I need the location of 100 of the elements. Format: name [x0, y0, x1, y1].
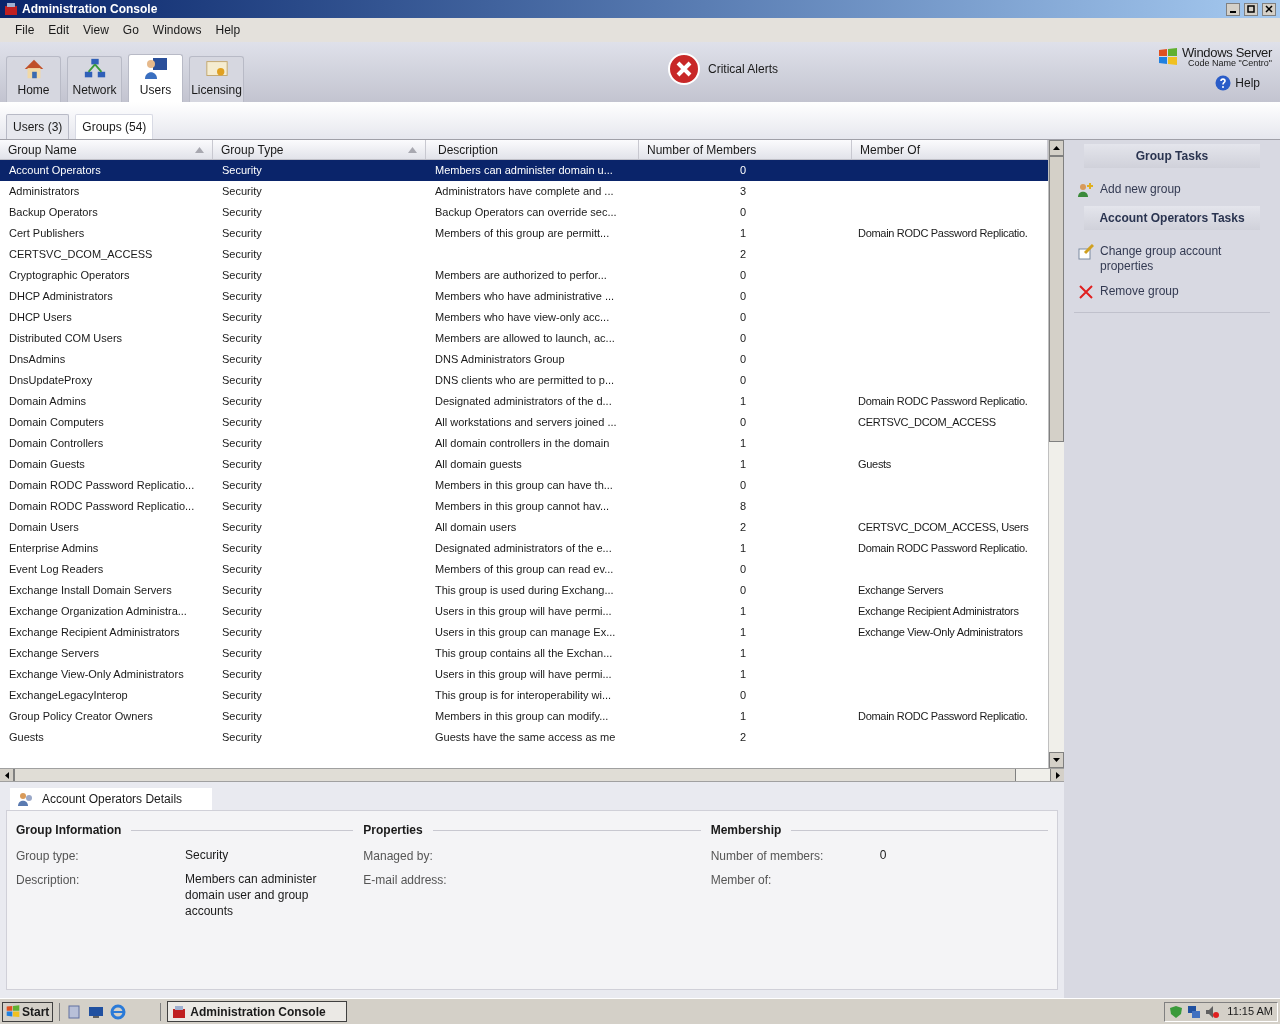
table-row[interactable]: Cryptographic Operators Security Members are authorized to perfor... 0 — [0, 265, 1048, 286]
table-row[interactable]: DHCP Administrators Security Members who have administrative ... 0 — [0, 286, 1048, 307]
task-link[interactable]: Remove group — [1078, 284, 1266, 300]
column-header[interactable]: Group Type — [213, 140, 426, 159]
table-row[interactable]: DHCP Users Security Members who have view-only acc... 0 — [0, 307, 1048, 328]
table-cell: Enterprise Admins — [9, 542, 99, 555]
close-button[interactable] — [1262, 2, 1276, 16]
critical-alerts-link[interactable]: Critical Alerts — [708, 60, 778, 78]
table-cell: 0 — [740, 311, 747, 324]
menu-item[interactable]: File — [8, 21, 42, 39]
group-icon — [18, 792, 34, 806]
table-cell: Backup Operators can override sec... — [435, 206, 617, 219]
table-row[interactable]: ExchangeLegacyInterop Security This group is for interoperability wi... 0 — [0, 685, 1048, 706]
scroll-thumb[interactable] — [1049, 156, 1064, 442]
scroll-up-icon[interactable] — [1053, 146, 1060, 150]
toolbar-tab[interactable]: Network — [67, 56, 122, 102]
menu-item[interactable]: Help — [208, 21, 248, 39]
table-cell: 2 — [740, 521, 747, 534]
table-cell: 0 — [740, 353, 747, 366]
table-row[interactable]: DnsUpdateProxy Security DNS clients who are permitted to p... 0 — [0, 370, 1048, 391]
tab[interactable]: Users (3) — [6, 114, 70, 139]
table-cell: Security — [222, 647, 262, 660]
app-icon — [172, 1004, 187, 1019]
table-cell: CERTSVC_DCOM_ACCESS, Users — [858, 521, 1029, 534]
table-cell: Security — [222, 164, 262, 177]
table-cell: Cert Publishers — [9, 227, 85, 240]
table-row[interactable]: CERTSVC_DCOM_ACCESS Security 2 — [0, 244, 1048, 265]
browser-icon[interactable] — [110, 1003, 127, 1020]
sort-up-icon — [408, 146, 417, 153]
table-row[interactable]: Distributed COM Users Security Members are allowed to launch, ac... 0 — [0, 328, 1048, 349]
task-group-title: Group Tasks — [1135, 148, 1209, 165]
table-cell: ExchangeLegacyInterop — [9, 689, 128, 702]
scroll-right-icon[interactable] — [1055, 771, 1060, 779]
task-link[interactable]: Add new group — [1078, 182, 1266, 198]
tab[interactable]: Groups (54) — [75, 114, 154, 139]
table-cell: All workstations and servers joined ... — [435, 416, 617, 429]
table-cell: Security — [222, 584, 262, 597]
table-cell: DNS Administrators Group — [435, 353, 565, 366]
table-cell: Security — [222, 311, 262, 324]
toolbar-tab[interactable]: Users — [128, 54, 183, 102]
table-row[interactable]: Domain Computers Security All workstations and servers joined ... 0 CERTSVC_DCOM_ACCESS — [0, 412, 1048, 433]
column-header[interactable]: Group Name — [0, 140, 213, 159]
table-cell: Event Log Readers — [9, 563, 104, 576]
menu-item[interactable]: Go — [115, 21, 146, 39]
field-value: Members can administer domain user and group accounts — [185, 871, 318, 919]
table-cell: Users in this group will have permi... — [435, 605, 612, 618]
table-row[interactable]: Account Operators Security Members can administer domain u... 0 — [0, 160, 1048, 181]
table-row[interactable]: Event Log Readers Security Members of this group can read ev... 0 — [0, 559, 1048, 580]
table-row[interactable]: Domain RODC Password Replicatio... Security Members in this group can have th... 0 — [0, 475, 1048, 496]
table-row[interactable]: Domain Controllers Security All domain controllers in the domain 1 — [0, 433, 1048, 454]
table-cell: Domain RODC Password Replicatio... — [9, 500, 195, 513]
table-cell: DnsUpdateProxy — [9, 374, 93, 387]
start-button[interactable]: Start — [2, 1001, 54, 1022]
scroll-thumb[interactable] — [14, 769, 1016, 781]
table-row[interactable]: Domain Guests Security All domain guests 1 Guests — [0, 454, 1048, 475]
table-row[interactable]: Exchange Organization Administra... Security Users in this group will have permi... 1 Exchange Recipient Administrators — [0, 601, 1048, 622]
help-icon — [1215, 75, 1232, 91]
table-row[interactable]: Domain RODC Password Replicatio... Security Members in this group cannot hav... 8 — [0, 496, 1048, 517]
table-row[interactable]: Exchange View-Only Administrators Security Users in this group will have permi... 1 — [0, 664, 1048, 685]
details-tab[interactable]: Account Operators Details — [10, 788, 212, 810]
table-cell: Members in this group cannot hav... — [435, 500, 610, 513]
table-row[interactable]: DnsAdmins Security DNS Administrators Group 0 — [0, 349, 1048, 370]
table-cell: 0 — [740, 332, 747, 345]
table-row[interactable]: Administrators Security Administrators have complete and ... 3 — [0, 181, 1048, 202]
table-cell: Security — [222, 458, 262, 471]
column-header[interactable]: Description — [426, 140, 639, 159]
table-row[interactable]: Exchange Recipient Administrators Security Users in this group can manage Ex... 1 Exchange View-Only Administrators — [0, 622, 1048, 643]
table-row[interactable]: Exchange Install Domain Servers Security This group is used during Exchang... 0 Exchange Servers — [0, 580, 1048, 601]
menu-item[interactable]: View — [76, 21, 116, 39]
table-row[interactable]: Guests Security Guests have the same access as me 2 — [0, 727, 1048, 748]
table-cell: DnsAdmins — [9, 353, 66, 366]
table-cell: Members can administer domain u... — [435, 164, 613, 177]
column-header[interactable]: Number of Members — [639, 140, 852, 159]
table-cell: Members are authorized to perfor... — [435, 269, 607, 282]
table-row[interactable]: Cert Publishers Security Members of this group are permitt... 1 Domain RODC Password Replicatio. — [0, 223, 1048, 244]
table-row[interactable]: Exchange Servers Security This group contains all the Exchan... 1 — [0, 643, 1048, 664]
table-cell: Exchange View-Only Administrators — [9, 668, 184, 681]
table-row[interactable]: Backup Operators Security Backup Operators can override sec... 0 — [0, 202, 1048, 223]
help-link[interactable]: Help — [1235, 74, 1260, 92]
table-cell: Administrators — [9, 185, 80, 198]
toolbar-tab[interactable]: Home — [6, 56, 61, 102]
table-cell: 1 — [740, 437, 747, 450]
scroll-left-icon[interactable] — [4, 771, 9, 779]
field-label: Description: — [16, 872, 81, 889]
toolbar-tab[interactable]: Licensing — [189, 56, 244, 102]
table-cell: 0 — [740, 479, 747, 492]
table-row[interactable]: Domain Admins Security Designated administrators of the d... 1 Domain RODC Password Replicatio. — [0, 391, 1048, 412]
table-row[interactable]: Group Policy Creator Owners Security Members in this group can modify... 1 Domain RODC Password Replicatio. — [0, 706, 1048, 727]
minimize-button[interactable] — [1226, 2, 1240, 16]
table-row[interactable]: Domain Users Security All domain users 2 CERTSVC_DCOM_ACCESS, Users — [0, 517, 1048, 538]
scroll-down-icon[interactable] — [1053, 758, 1060, 762]
table-cell: Domain Admins — [9, 395, 87, 408]
task-link[interactable]: Change group account properties — [1078, 244, 1266, 274]
table-cell: 0 — [740, 206, 747, 219]
table-cell: 1 — [740, 626, 747, 639]
maximize-button[interactable] — [1244, 2, 1258, 16]
menu-item[interactable]: Windows — [145, 21, 209, 39]
table-row[interactable]: Enterprise Admins Security Designated administrators of the e... 1 Domain RODC Password Replicatio. — [0, 538, 1048, 559]
taskbar-button[interactable]: Administration Console — [167, 1001, 348, 1022]
menu-item[interactable]: Edit — [41, 21, 77, 39]
